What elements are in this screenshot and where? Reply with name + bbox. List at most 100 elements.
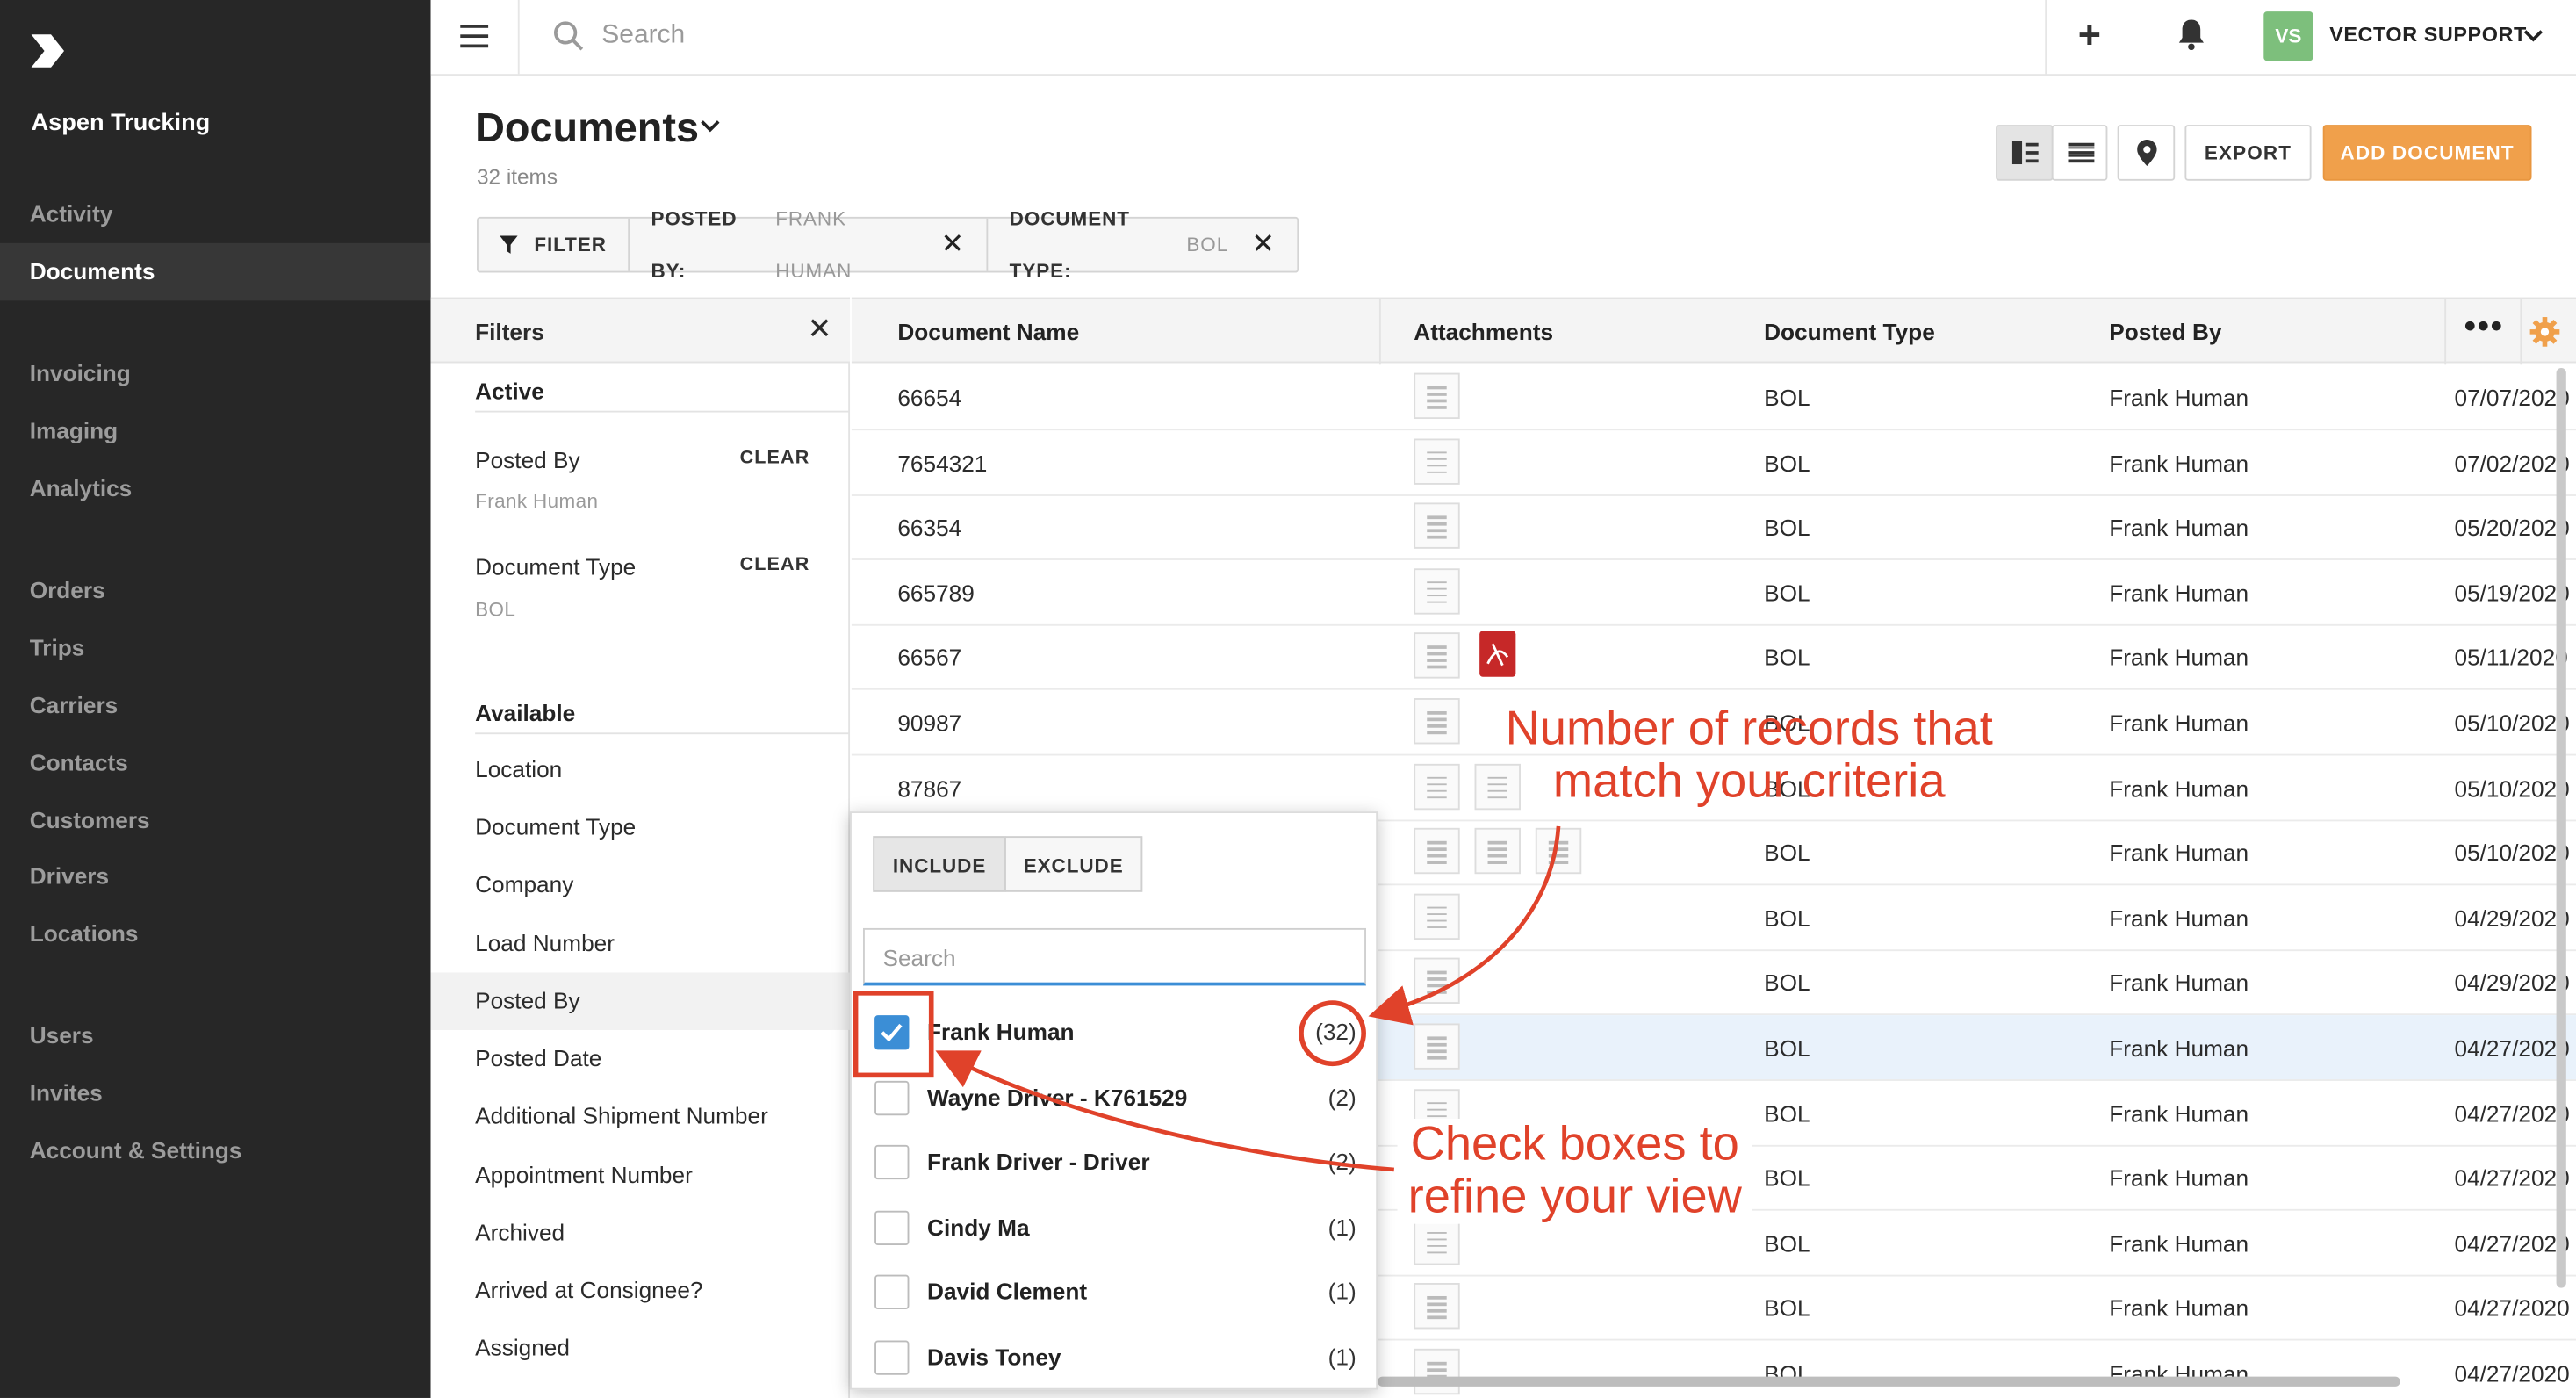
sidebar-item-account-settings[interactable]: Account & Settings	[0, 1122, 431, 1179]
document-thumbnail-icon[interactable]	[1414, 893, 1460, 940]
filter-option-additional-shipment-number[interactable]: Additional Shipment Number	[431, 1087, 850, 1144]
document-thumbnail-icon[interactable]	[1414, 1218, 1460, 1265]
clear-document-type-button[interactable]: CLEAR	[740, 555, 810, 574]
include-toggle[interactable]: INCLUDE	[873, 836, 1006, 892]
checkbox[interactable]	[874, 1080, 910, 1116]
filter-option-assigned[interactable]: Assigned	[431, 1319, 850, 1376]
column-header-posted-by[interactable]: Posted By	[2109, 319, 2221, 345]
filter-option-document-type[interactable]: Document Type	[431, 798, 850, 855]
add-document-button[interactable]: ADD DOCUMENT	[2322, 125, 2532, 181]
sidebar-item-documents[interactable]: Documents	[0, 242, 431, 301]
list-view-button[interactable]	[2051, 125, 2108, 181]
posted-date-cell: 04/27/2020	[2454, 1229, 2570, 1257]
filter-button[interactable]: FILTER	[479, 218, 630, 271]
document-thumbnail-icon[interactable]	[1414, 437, 1460, 485]
sidebar-item-trips[interactable]: Trips	[0, 619, 431, 676]
checkbox[interactable]	[874, 1144, 910, 1180]
document-thumbnail-icon[interactable]	[1474, 828, 1521, 875]
close-icon[interactable]: ✕	[1251, 219, 1276, 271]
sidebar-item-locations[interactable]: Locations	[0, 905, 431, 962]
posted-by-chip[interactable]: POSTED BY: FRANK HUMAN ✕	[630, 207, 989, 283]
filter-option-posted-by[interactable]: Posted By	[430, 972, 851, 1030]
posted-by-cell: Frank Human	[2109, 384, 2249, 411]
filter-option-company[interactable]: Company	[431, 856, 850, 913]
horizontal-scrollbar[interactable]	[1378, 1376, 2400, 1387]
document-thumbnail-icon[interactable]	[1414, 372, 1460, 420]
table-row[interactable]: 66354 BOL Frank Human 05/20/2020	[851, 494, 2576, 561]
sidebar-item-users[interactable]: Users	[0, 1007, 431, 1064]
user-name[interactable]: VECTOR SUPPORT	[2329, 23, 2527, 46]
filter-option-location[interactable]: Location	[431, 741, 850, 798]
posted-date-cell: 05/20/2020	[2454, 514, 2570, 541]
table-row[interactable]: 66654 BOL Frank Human 07/07/2020	[851, 364, 2576, 431]
close-icon[interactable]: ✕	[940, 219, 965, 271]
table-row[interactable]: 66567 BOL Frank Human 05/11/2020	[851, 625, 2576, 691]
filter-option-appointment-number[interactable]: Appointment Number	[431, 1147, 850, 1204]
gear-icon[interactable]	[2529, 315, 2561, 348]
map-view-button[interactable]	[2117, 125, 2176, 181]
column-header-document-name[interactable]: Document Name	[897, 319, 1079, 345]
sidebar-item-customers[interactable]: Customers	[0, 792, 431, 849]
posted-by-cell: Frank Human	[2109, 1099, 2249, 1127]
sidebar-item-imaging[interactable]: Imaging	[0, 402, 431, 459]
checkbox[interactable]	[874, 1274, 910, 1309]
option-name: Cindy Ma	[927, 1214, 1030, 1241]
table-row[interactable]: 7654321 BOL Frank Human 07/02/2020	[851, 429, 2576, 496]
global-search-input[interactable]: Search	[601, 21, 685, 51]
document-thumbnail-icon[interactable]	[1414, 1283, 1460, 1330]
list-item[interactable]: Davis Toney (1)	[852, 1326, 1379, 1392]
menu-button[interactable]	[431, 0, 520, 76]
document-name-cell: 7654321	[897, 449, 988, 476]
export-button[interactable]: EXPORT	[2184, 125, 2312, 181]
vertical-scrollbar[interactable]	[2556, 368, 2566, 1288]
document-type-chip[interactable]: DOCUMENT TYPE: BOL ✕	[988, 207, 1297, 283]
more-options-icon[interactable]: •••	[2464, 309, 2504, 347]
option-count: (2)	[1328, 1148, 1356, 1175]
document-thumbnail-icon[interactable]	[1414, 828, 1460, 875]
sidebar-item-invoicing[interactable]: Invoicing	[0, 345, 431, 402]
sidebar-item-analytics[interactable]: Analytics	[0, 460, 431, 517]
document-thumbnail-icon[interactable]	[1414, 632, 1460, 680]
close-icon[interactable]: ✕	[807, 312, 831, 346]
list-item[interactable]: Frank Driver - Driver (2)	[852, 1130, 1379, 1196]
bell-icon[interactable]	[2177, 18, 2206, 51]
sidebar-item-drivers[interactable]: Drivers	[0, 847, 431, 904]
sidebar-item-activity[interactable]: Activity	[0, 185, 431, 242]
pdf-file-icon[interactable]	[1479, 631, 1516, 678]
clear-posted-by-button[interactable]: CLEAR	[740, 449, 810, 468]
filter-option-load-number[interactable]: Load Number	[431, 915, 850, 972]
app-logo-icon[interactable]	[28, 32, 68, 71]
column-header-attachments[interactable]: Attachments	[1414, 319, 1553, 345]
checkbox[interactable]	[874, 1340, 910, 1375]
chevron-down-icon[interactable]	[699, 115, 722, 138]
add-icon[interactable]: +	[2078, 13, 2101, 59]
document-thumbnail-icon[interactable]	[1414, 1023, 1460, 1070]
document-thumbnail-icon[interactable]	[1414, 763, 1460, 810]
page-title[interactable]: Documents	[475, 105, 699, 153]
exclude-toggle[interactable]: EXCLUDE	[1004, 836, 1143, 892]
document-thumbnail-icon[interactable]	[1414, 1348, 1460, 1395]
filter-option-arrived-at-consignee[interactable]: Arrived at Consignee?	[431, 1262, 850, 1319]
avatar[interactable]: VS	[2263, 11, 2313, 61]
chevron-down-icon[interactable]	[2522, 25, 2544, 47]
sidebar-item-carriers[interactable]: Carriers	[0, 677, 431, 734]
posted-by-cell: Frank Human	[2109, 1229, 2249, 1257]
sidebar-item-invites[interactable]: Invites	[0, 1064, 431, 1121]
list-item[interactable]: Cindy Ma (1)	[852, 1196, 1379, 1262]
document-thumbnail-icon[interactable]	[1414, 567, 1460, 615]
filter-option-posted-date[interactable]: Posted Date	[431, 1030, 850, 1087]
document-thumbnail-icon[interactable]	[1535, 828, 1582, 875]
filter-option-archived[interactable]: Archived	[431, 1204, 850, 1261]
document-thumbnail-icon[interactable]	[1414, 698, 1460, 745]
item-count: 32 items	[476, 164, 558, 190]
column-header-document-type[interactable]: Document Type	[1764, 319, 1935, 345]
list-item[interactable]: David Clement (1)	[852, 1260, 1379, 1326]
sidebar-item-contacts[interactable]: Contacts	[0, 734, 431, 791]
document-thumbnail-icon[interactable]	[1414, 958, 1460, 1005]
document-thumbnail-icon[interactable]	[1414, 502, 1460, 550]
dropdown-search-input[interactable]: Search	[863, 927, 1366, 986]
table-row[interactable]: 665789 BOL Frank Human 05/19/2020	[851, 560, 2576, 626]
sidebar-item-orders[interactable]: Orders	[0, 562, 431, 619]
checkbox[interactable]	[874, 1210, 910, 1245]
split-view-button[interactable]	[1996, 125, 2054, 181]
